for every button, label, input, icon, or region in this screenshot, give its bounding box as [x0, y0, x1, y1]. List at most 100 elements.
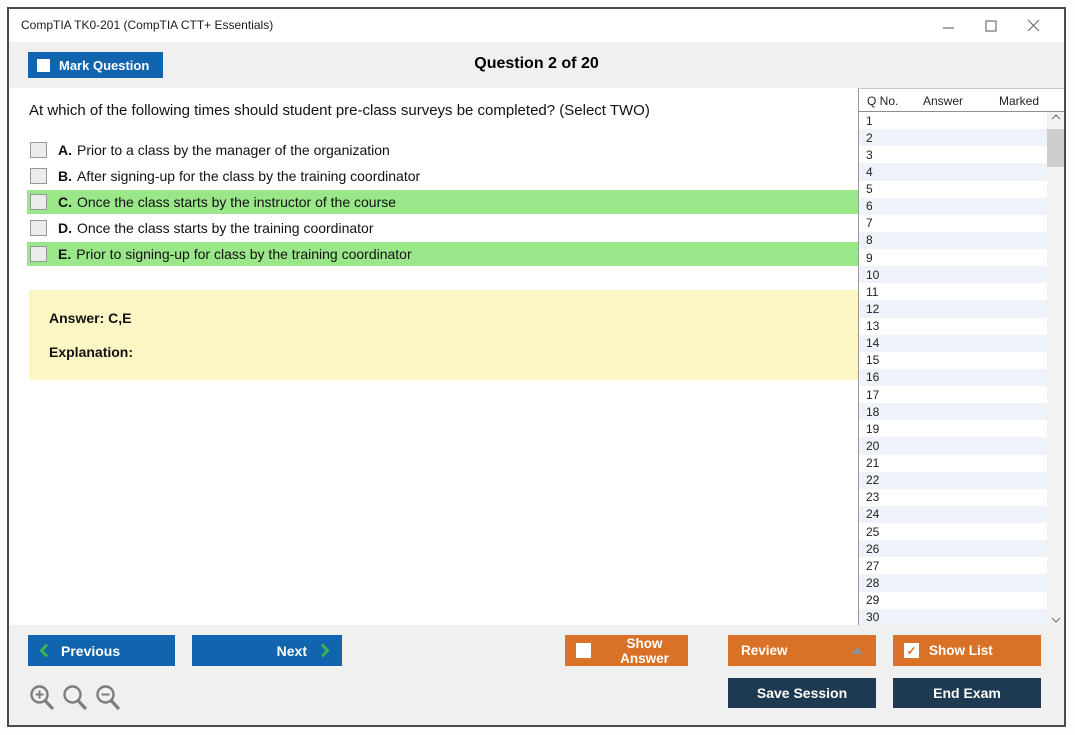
option-checkbox[interactable] — [30, 168, 47, 184]
chevron-up-icon — [1051, 114, 1060, 123]
option-text: After signing-up for the class by the tr… — [77, 168, 421, 184]
scrollbar-thumb[interactable] — [1047, 129, 1064, 167]
close-button[interactable] — [1012, 9, 1054, 42]
question-area: At which of the following times should s… — [9, 88, 859, 625]
answer-option[interactable]: E. Prior to signing-up for class by the t… — [27, 242, 859, 266]
question-list-row[interactable]: 19 — [859, 420, 1047, 437]
next-button[interactable]: Next — [192, 635, 342, 666]
column-header-marked: Marked — [999, 94, 1040, 108]
answer-option[interactable]: B. After signing-up for the class by the … — [27, 164, 859, 188]
question-list-row[interactable]: 14 — [859, 334, 1047, 352]
row-qno: 13 — [866, 319, 880, 334]
row-qno: 11 — [866, 284, 879, 299]
explanation-label: Explanation: — [49, 344, 134, 360]
option-letter: A. — [58, 142, 72, 158]
question-list-row[interactable]: 3 — [859, 146, 1047, 163]
row-qno: 18 — [866, 404, 880, 419]
row-qno: 15 — [866, 353, 880, 368]
row-qno: 9 — [866, 250, 873, 265]
row-qno: 23 — [866, 490, 880, 505]
row-qno: 21 — [866, 456, 880, 471]
question-list-row[interactable]: 30 — [859, 608, 1047, 625]
question-list-row[interactable]: 17 — [859, 386, 1047, 403]
minimize-button[interactable] — [928, 9, 970, 42]
question-list-row[interactable]: 2 — [859, 129, 1047, 147]
minimize-icon — [943, 26, 954, 29]
option-text: Once the class starts by the instructor … — [77, 194, 397, 210]
option-text: Prior to signing-up for class by the tra… — [76, 246, 412, 262]
answer-label: Answer: C,E — [49, 310, 132, 326]
question-list-row[interactable]: 21 — [859, 455, 1047, 472]
row-qno: 7 — [866, 216, 873, 231]
option-text: Prior to a class by the manager of the o… — [77, 142, 390, 158]
question-list-row[interactable]: 25 — [859, 523, 1047, 540]
scroll-up-button[interactable] — [1047, 112, 1064, 128]
row-qno: 2 — [866, 130, 873, 145]
row-qno: 3 — [866, 147, 873, 162]
maximize-button[interactable] — [970, 9, 1012, 42]
title-bar: CompTIA TK0-201 (CompTIA CTT+ Essentials… — [9, 9, 1064, 42]
answer-option[interactable]: A. Prior to a class by the manager of the… — [27, 138, 859, 162]
question-list-row[interactable]: 9 — [859, 249, 1047, 266]
row-qno: 24 — [866, 507, 880, 522]
option-checkbox[interactable] — [30, 194, 47, 210]
question-list-row[interactable]: 5 — [859, 181, 1047, 198]
answer-box: Answer: C,E Explanation: — [29, 290, 859, 380]
question-list-row[interactable]: 13 — [859, 318, 1047, 335]
question-list-row[interactable]: 4 — [859, 163, 1047, 181]
answer-option[interactable]: C. Once the class starts by the instructo… — [27, 190, 859, 214]
window-controls — [928, 9, 1054, 42]
column-header-qno: Q No. — [867, 94, 899, 108]
row-qno: 6 — [866, 199, 873, 214]
review-button[interactable]: Review — [728, 635, 876, 666]
row-qno: 1 — [866, 113, 873, 128]
question-list-row[interactable]: 10 — [859, 266, 1047, 284]
question-list-row[interactable]: 29 — [859, 592, 1047, 609]
show-answer-button[interactable]: Show Answer — [565, 635, 688, 666]
option-checkbox[interactable] — [30, 220, 47, 236]
show-answer-checkbox[interactable] — [576, 643, 591, 658]
show-list-button[interactable]: ✓ Show List — [893, 635, 1041, 666]
question-list-header: Q No. Answer Marked — [859, 89, 1064, 112]
row-qno: 12 — [866, 301, 880, 316]
option-checkbox[interactable] — [30, 142, 47, 158]
question-list-row[interactable]: 20 — [859, 437, 1047, 455]
show-answer-label: Show Answer — [620, 635, 669, 666]
question-list-row[interactable]: 27 — [859, 557, 1047, 574]
end-exam-label: End Exam — [933, 685, 1001, 701]
main-area: At which of the following times should s… — [9, 88, 1064, 625]
zoom-reset-icon[interactable] — [62, 684, 88, 711]
row-qno: 16 — [866, 370, 880, 385]
question-list-body: 1 2 3 4 5 6 7 8 9 10 11 12 13 14 15 16 17 18 19 20 21 22 23 24 2… — [859, 112, 1064, 625]
question-list-row[interactable]: 7 — [859, 215, 1047, 232]
question-list-row[interactable]: 1 — [859, 112, 1047, 129]
question-list-row[interactable]: 24 — [859, 505, 1047, 523]
option-checkbox[interactable] — [30, 246, 47, 262]
save-session-button[interactable]: Save Session — [728, 678, 876, 708]
zoom-out-icon[interactable] — [95, 684, 121, 711]
show-list-checkbox[interactable]: ✓ — [904, 643, 919, 658]
question-list-row[interactable]: 11 — [859, 283, 1047, 300]
row-qno: 29 — [866, 593, 880, 608]
question-list-row[interactable]: 15 — [859, 352, 1047, 369]
question-list-scrollbar[interactable] — [1047, 112, 1064, 625]
row-qno: 25 — [866, 524, 880, 539]
row-qno: 14 — [866, 336, 880, 351]
end-exam-button[interactable]: End Exam — [893, 678, 1041, 708]
question-list-row[interactable]: 8 — [859, 231, 1047, 249]
question-list-row[interactable]: 12 — [859, 300, 1047, 318]
question-list-row[interactable]: 18 — [859, 403, 1047, 421]
previous-button[interactable]: Previous — [28, 635, 175, 666]
question-list-row[interactable]: 26 — [859, 540, 1047, 558]
zoom-in-icon[interactable] — [29, 684, 55, 711]
scroll-down-button[interactable] — [1047, 609, 1064, 625]
header-strip: Mark Question Question 2 of 20 — [9, 42, 1064, 88]
app-window: CompTIA TK0-201 (CompTIA CTT+ Essentials… — [7, 7, 1066, 727]
question-list-row[interactable]: 28 — [859, 574, 1047, 592]
question-list-row[interactable]: 16 — [859, 368, 1047, 386]
row-qno: 19 — [866, 421, 880, 436]
question-list-row[interactable]: 23 — [859, 489, 1047, 506]
question-list-row[interactable]: 6 — [859, 197, 1047, 215]
question-list-row[interactable]: 22 — [859, 471, 1047, 489]
answer-option[interactable]: D. Once the class starts by the training … — [27, 216, 859, 240]
